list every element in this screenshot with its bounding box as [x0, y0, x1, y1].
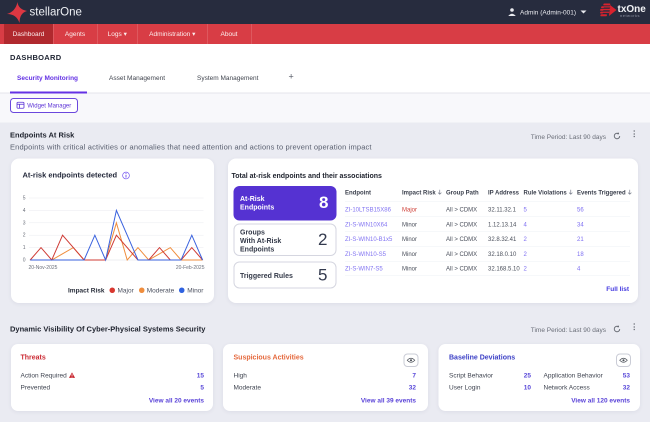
- svg-text:4: 4: [23, 208, 26, 214]
- svg-text:20-Feb-2025: 20-Feb-2025: [176, 265, 205, 271]
- svg-text:0: 0: [23, 258, 26, 264]
- svg-text:3: 3: [23, 220, 26, 226]
- svg-text:20-Nov-2025: 20-Nov-2025: [29, 265, 58, 271]
- svg-text:5: 5: [23, 196, 26, 202]
- svg-text:2: 2: [23, 233, 26, 239]
- svg-text:1: 1: [23, 245, 26, 251]
